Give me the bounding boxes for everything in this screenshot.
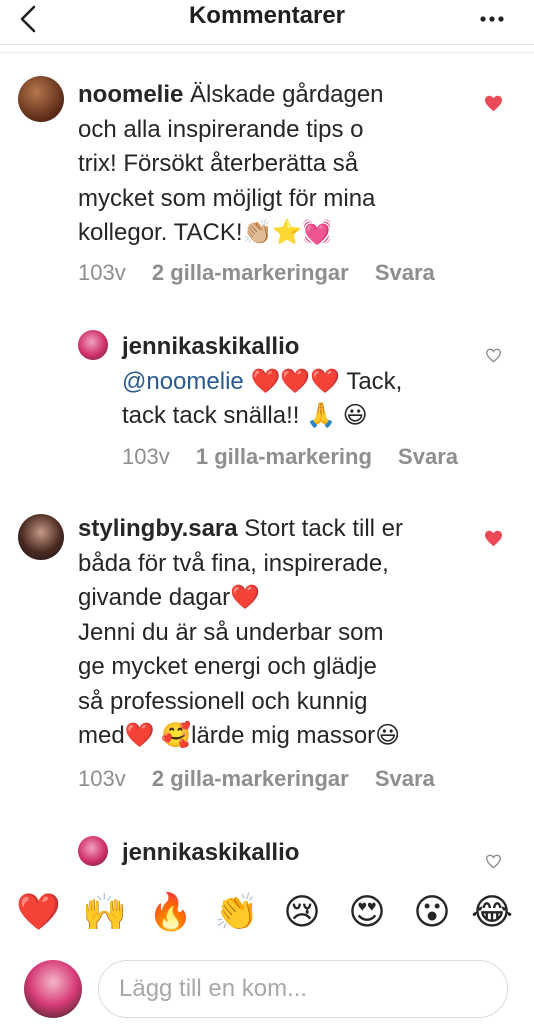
comment-time: 103v [78,766,126,791]
divider [0,52,534,53]
reply-button[interactable]: Svara [375,260,435,285]
mention-link[interactable]: @noomelie [122,368,244,395]
emoji-raising-hands-icon[interactable]: 🙌 [82,890,127,934]
comment-text-line: Älskade gårdagen [190,81,384,108]
current-user-avatar [24,960,82,1018]
avatar[interactable] [78,836,108,866]
comment-text-line: ❤️❤️❤️ Tack, [250,367,403,395]
page-title: Kommentarer [188,2,346,29]
comment-text-line: givande dagar❤️ [78,584,261,611]
comment-text-line: trix! Försökt återberätta så [78,150,359,177]
comment-username[interactable]: stylingby.sara [78,515,238,542]
emoji-fire-icon[interactable]: 🔥 [148,890,193,934]
comment-time: 103v [78,260,126,285]
comment-text-line: kollegor. TACK!👏🏼⭐💓 [78,219,333,246]
more-options-icon[interactable] [480,16,504,22]
comment-username[interactable]: jennikaskikallio [122,839,299,866]
comment-username[interactable]: noomelie [78,81,183,108]
emoji-crying-face-icon[interactable]: 😢 [280,890,324,934]
like-heart-icon[interactable] [484,530,503,547]
comment-text-line: ge mycket energi och glädje [78,653,377,680]
comment-text-line: Jenni du är så underbar som [78,618,384,646]
emoji-tears-of-joy-icon[interactable]: 😂 [470,890,514,934]
comment-input-wrapper[interactable] [98,960,508,1018]
comment-input[interactable] [117,974,481,1004]
comment-text-line: mycket som möjligt för mina [78,184,376,212]
comment-text-line: Stort tack till er [244,515,404,542]
emoji-surprised-face-icon[interactable]: 😮 [410,890,454,934]
like-heart-outline-icon[interactable] [485,348,502,363]
emoji-heart-eyes-icon[interactable]: 😍 [345,890,389,934]
likes-count-link[interactable]: 1 gilla-markering [196,444,372,469]
comment-text-line: med❤️ 🥰lärde mig massor😃 [78,722,401,749]
comment-text-line: och alla inspirerande tips o [78,115,364,143]
comment-composer [0,950,534,1024]
comment-text-line: så professionell och kunnig [78,687,368,715]
comment-time: 103v [122,444,170,469]
like-heart-icon[interactable] [484,95,503,112]
comment-meta: 103v 2 gilla-markeringar Svara [78,260,455,286]
comment-username[interactable]: jennikaskikallio [122,333,299,360]
likes-count-link[interactable]: 2 gilla-markeringar [152,766,349,791]
emoji-quick-bar: ❤️ 🙌 🔥 👏 😢 😍 😮 😂 [0,880,534,950]
comment-text-line: tack tack snälla!! 🙏 😃 [122,402,368,429]
comment-meta: 103v 1 gilla-markering Svara [122,444,478,470]
avatar[interactable] [78,330,108,360]
emoji-red-heart-icon[interactable]: ❤️ [16,890,61,934]
comment-meta: 103v 2 gilla-markeringar Svara [78,766,455,792]
top-bar: Kommentarer [0,0,534,45]
likes-count-link[interactable]: 2 gilla-markeringar [152,260,349,285]
like-heart-outline-icon[interactable] [485,854,502,869]
reply-button[interactable]: Svara [375,766,435,791]
avatar[interactable] [18,76,64,122]
reply-button[interactable]: Svara [398,444,458,469]
emoji-clapping-hands-icon[interactable]: 👏 [214,890,259,934]
comment-text-line: båda för två fina, inspirerade, [78,549,389,577]
avatar[interactable] [18,514,64,560]
